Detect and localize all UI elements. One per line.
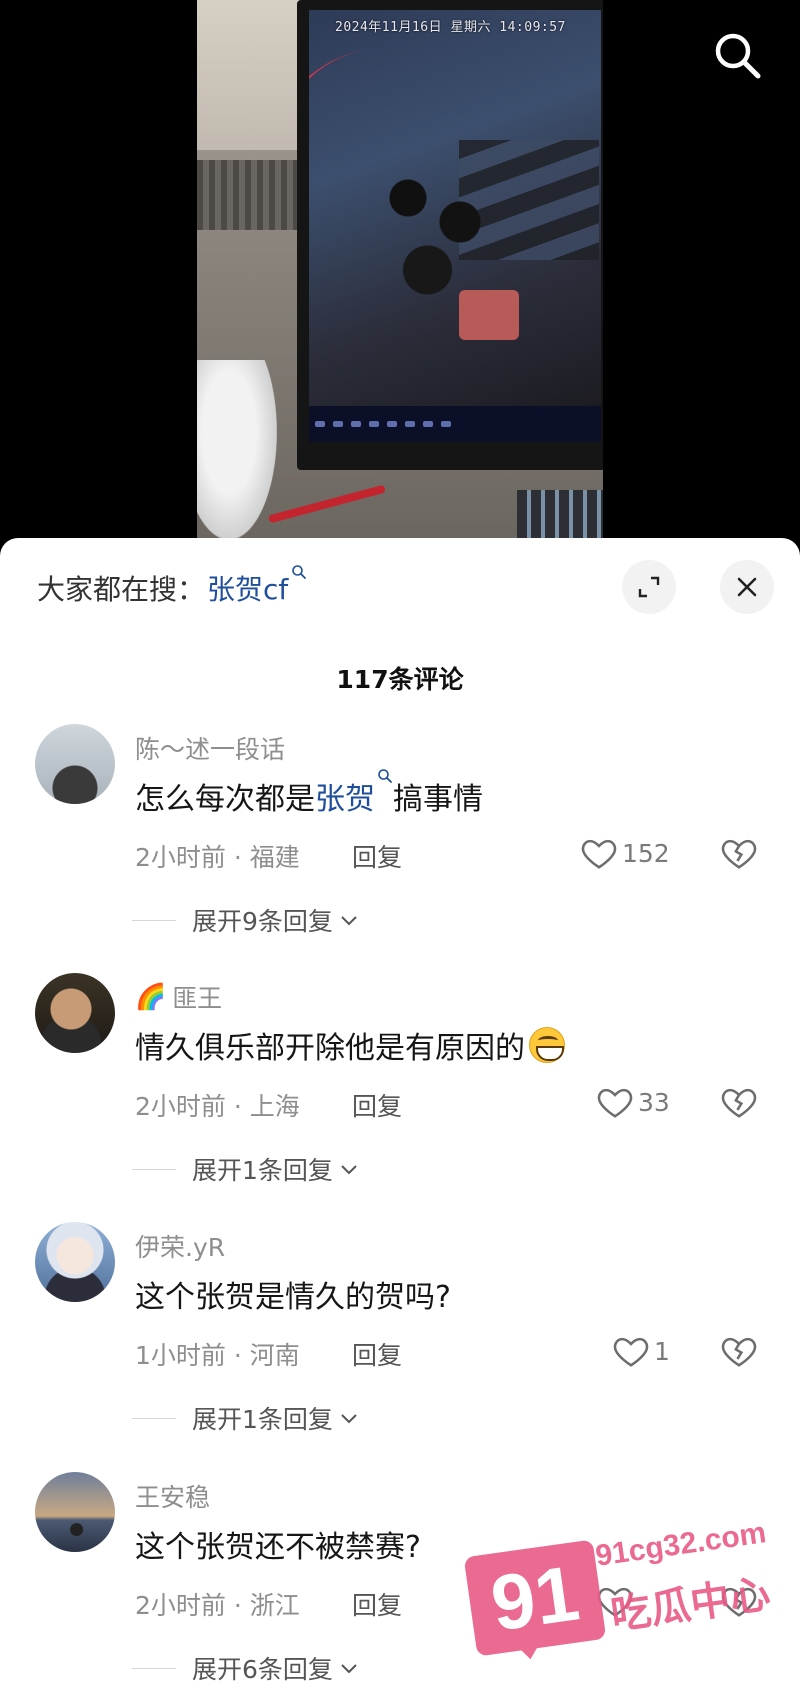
comment-text: 情久俱乐部开除他是有原因的 bbox=[135, 1023, 565, 1067]
close-icon bbox=[737, 577, 757, 597]
video-vent bbox=[197, 160, 307, 230]
chevron-down-icon bbox=[341, 1165, 357, 1175]
comment-text: 这个张贺还不被禁赛? bbox=[135, 1522, 421, 1566]
comment-username[interactable]: 陈～述一段话 bbox=[135, 730, 285, 766]
trending-search: 大家都在搜： 张贺cf bbox=[37, 565, 307, 608]
rainbow-icon: 🌈 bbox=[135, 982, 167, 1011]
broken-heart-icon bbox=[721, 839, 757, 869]
video-player[interactable]: 2024年11月16日 星期六 14:09:57 bbox=[0, 0, 800, 540]
comment-username[interactable]: 🌈 匪王 bbox=[135, 979, 222, 1015]
expand-replies-button[interactable]: 展开1条回复 bbox=[132, 1400, 361, 1436]
username-text: 王安稳 bbox=[135, 1483, 211, 1512]
comment-meta: 1小时前 · 河南 bbox=[135, 1341, 300, 1370]
expand-icon bbox=[638, 576, 660, 598]
expand-replies-button[interactable]: 展开6条回复 bbox=[132, 1650, 361, 1686]
comment-text: 这个张贺是情久的贺吗? bbox=[135, 1272, 451, 1316]
trending-prefix: 大家都在搜： bbox=[37, 573, 206, 606]
video-cctv-screen bbox=[309, 10, 601, 406]
dislike-button[interactable] bbox=[720, 834, 758, 876]
comment-meta: 2小时前 · 浙江 bbox=[135, 1591, 300, 1620]
grinning-emoji-icon bbox=[529, 1027, 565, 1063]
avatar[interactable] bbox=[35, 724, 115, 804]
sheet-header: 大家都在搜： 张贺cf bbox=[0, 538, 800, 634]
dislike-button[interactable] bbox=[720, 1582, 758, 1624]
video-wall bbox=[197, 0, 307, 150]
like-button[interactable]: 152 bbox=[580, 834, 670, 872]
video-frame: 2024年11月16日 星期六 14:09:57 bbox=[197, 0, 603, 540]
comment-username[interactable]: 伊荣.yR bbox=[135, 1228, 225, 1264]
trending-keyword-link[interactable]: 张贺cf bbox=[207, 565, 307, 608]
comment-text-part: 搞事情 bbox=[393, 782, 483, 817]
reply-button[interactable]: 回复 bbox=[352, 1087, 402, 1123]
username-text: 匪王 bbox=[172, 984, 223, 1013]
reply-button[interactable]: 回复 bbox=[352, 1336, 402, 1372]
like-button[interactable] bbox=[596, 1582, 638, 1620]
broken-heart-icon bbox=[721, 1337, 757, 1367]
video-taskbar bbox=[309, 406, 601, 442]
search-icon[interactable] bbox=[710, 28, 766, 84]
chevron-down-icon bbox=[341, 1414, 357, 1424]
search-small-icon bbox=[378, 769, 392, 783]
broken-heart-icon bbox=[721, 1088, 757, 1118]
search-small-icon bbox=[292, 565, 307, 579]
expand-replies-button[interactable]: 展开1条回复 bbox=[132, 1151, 361, 1187]
like-count: 152 bbox=[622, 838, 670, 868]
expand-replies-label: 展开9条回复 bbox=[192, 907, 333, 936]
expand-replies-label: 展开6条回复 bbox=[192, 1655, 333, 1684]
chevron-down-icon bbox=[341, 1664, 357, 1674]
comment-keyword: 张贺 bbox=[315, 782, 375, 817]
comment-count-title: 117条评论 bbox=[336, 665, 464, 694]
expand-replies-label: 展开1条回复 bbox=[192, 1156, 333, 1185]
video-keyboard bbox=[517, 490, 603, 540]
screen-chair bbox=[459, 290, 519, 340]
expand-replies-label: 展开1条回复 bbox=[192, 1405, 333, 1434]
trending-keyword: 张贺cf bbox=[207, 573, 289, 606]
close-button[interactable] bbox=[720, 560, 774, 614]
expand-divider bbox=[132, 1417, 176, 1419]
reply-button[interactable]: 回复 bbox=[352, 838, 402, 874]
avatar[interactable] bbox=[35, 1222, 115, 1302]
comment-text-part: 这个张贺还不被禁赛? bbox=[135, 1530, 421, 1565]
username-text: 伊荣.yR bbox=[135, 1233, 226, 1262]
dislike-button[interactable] bbox=[720, 1083, 758, 1125]
comment-meta: 2小时前 · 福建 bbox=[135, 843, 300, 872]
comment-text-part: 情久俱乐部开除他是有原因的 bbox=[135, 1031, 525, 1066]
avatar[interactable] bbox=[35, 973, 115, 1053]
chevron-down-icon bbox=[341, 916, 357, 926]
expand-divider bbox=[132, 1667, 176, 1669]
comment-keyword-link[interactable]: 张贺 bbox=[315, 769, 393, 818]
broken-heart-icon bbox=[721, 1587, 757, 1617]
username-text: 陈～述一段话 bbox=[135, 735, 286, 764]
cctv-timestamp: 2024年11月16日 星期六 14:09:57 bbox=[335, 20, 566, 35]
screen-people bbox=[369, 150, 499, 310]
comment-sheet: 大家都在搜： 张贺cf 117条评论 陈～述一段话 怎么每次都是 张贺 搞事情 … bbox=[0, 538, 800, 1701]
comment-meta: 2小时前 · 上海 bbox=[135, 1092, 300, 1121]
avatar[interactable] bbox=[35, 1472, 115, 1552]
comment-text: 怎么每次都是 张贺 搞事情 bbox=[135, 769, 483, 818]
comment-username[interactable]: 王安稳 bbox=[135, 1478, 210, 1514]
comment-text-part: 这个张贺是情久的贺吗? bbox=[135, 1280, 451, 1315]
comment-text-part: 怎么每次都是 bbox=[135, 782, 315, 817]
like-count: 33 bbox=[638, 1087, 670, 1117]
heart-icon bbox=[613, 1337, 649, 1367]
like-count: 1 bbox=[654, 1336, 670, 1366]
video-pen bbox=[268, 484, 386, 524]
like-button[interactable]: 33 bbox=[596, 1083, 670, 1121]
video-cloth bbox=[197, 360, 277, 540]
reply-button[interactable]: 回复 bbox=[352, 1586, 402, 1622]
like-button[interactable]: 1 bbox=[612, 1332, 670, 1370]
expand-sheet-button[interactable] bbox=[622, 560, 676, 614]
expand-divider bbox=[132, 919, 176, 921]
dislike-button[interactable] bbox=[720, 1332, 758, 1374]
heart-icon bbox=[597, 1088, 633, 1118]
expand-divider bbox=[132, 1168, 176, 1170]
video-monitor bbox=[297, 0, 603, 470]
expand-replies-button[interactable]: 展开9条回复 bbox=[132, 902, 361, 938]
heart-icon bbox=[597, 1587, 633, 1617]
heart-icon bbox=[581, 839, 617, 869]
